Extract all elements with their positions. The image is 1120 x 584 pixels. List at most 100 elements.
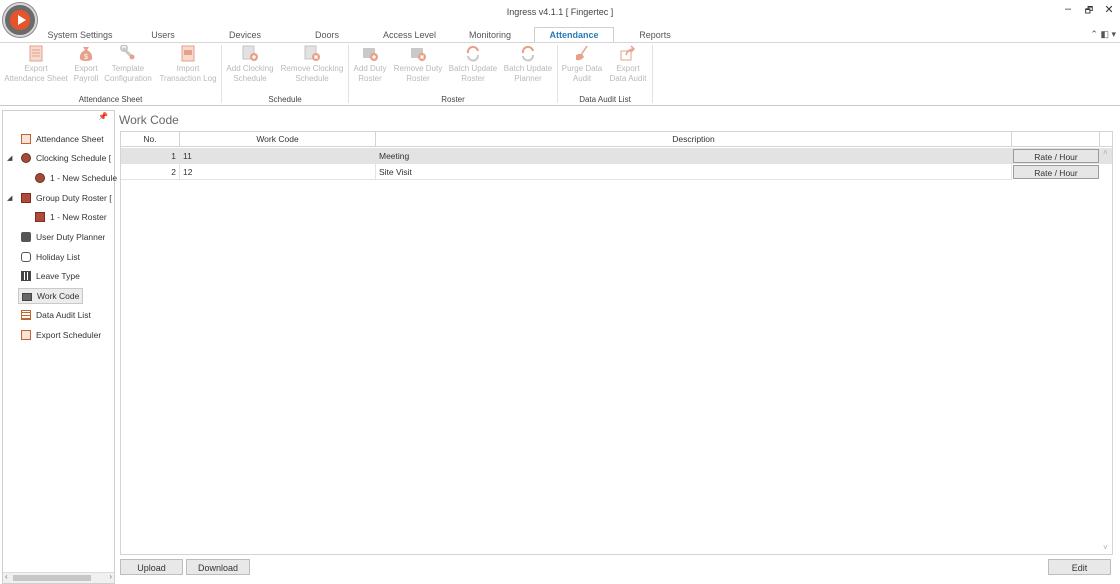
page-title: Work Code (119, 113, 179, 127)
ribbon-label: Data Audit (609, 73, 647, 83)
scroll-down-icon[interactable]: ˅ (1103, 543, 1108, 552)
tab-reports[interactable]: Reports (625, 28, 685, 42)
ribbon-label: Audit (572, 73, 592, 83)
sidebar-item-group-duty-roster[interactable]: Group Duty Roster [ (21, 190, 112, 206)
work-code-table: No. Work Code Description 1 11 Meeting R… (120, 131, 1113, 555)
ribbon-label: Schedule (233, 73, 267, 83)
rate-per-hour-button[interactable]: Rate / Hour (1013, 149, 1099, 163)
tab-monitoring[interactable]: Monitoring (455, 28, 525, 42)
remove-schedule-icon (304, 45, 320, 62)
add-duty-roster-button[interactable]: Add Duty Roster (351, 45, 389, 83)
sidebar-item-label: Data Audit List (36, 310, 91, 320)
edit-button[interactable]: Edit (1048, 559, 1111, 575)
remove-roster-icon (410, 45, 426, 62)
close-button[interactable]: ✕ (1102, 3, 1116, 16)
batch-update-roster-button[interactable]: Batch Update Roster (446, 45, 500, 83)
sidebar-item-label: Work Code (37, 291, 80, 301)
rate-per-hour-button[interactable]: Rate / Hour (1013, 165, 1099, 179)
ribbon-label: Planner (514, 73, 542, 83)
ribbon-label: Export (74, 64, 98, 73)
sidebar-item-holiday-list[interactable]: Holiday List (21, 249, 80, 265)
sidebar-item-user-duty-planner[interactable]: User Duty Planner (21, 229, 105, 245)
minimize-button[interactable]: – (1061, 3, 1075, 15)
scroll-left-icon[interactable]: ‹ (5, 572, 8, 581)
import-transaction-log-button[interactable]: Import Transaction Log (157, 45, 219, 83)
window-title: Ingress v4.1.1 [ Fingertec ] (506, 7, 614, 17)
tab-attendance[interactable]: Attendance (534, 27, 614, 43)
scroll-up-icon[interactable]: ˄ (1103, 148, 1108, 157)
roster-icon (35, 212, 45, 222)
ribbon-label: Roster (461, 73, 485, 83)
scrollbar-thumb[interactable] (13, 575, 91, 581)
sidebar-item-label: Export Scheduler (36, 330, 102, 340)
ribbon-label: Schedule (295, 73, 329, 83)
tab-devices[interactable]: Devices (215, 28, 275, 42)
cell-work-code: 12 (180, 164, 376, 180)
column-header-no[interactable]: No. (121, 132, 180, 147)
group-label-attendance-sheet: Attendance Sheet (78, 95, 143, 104)
ribbon-label: Batch Update (503, 64, 553, 73)
restore-button[interactable]: 🗗 (1082, 3, 1096, 19)
expander-icon[interactable]: ◢ (7, 154, 12, 162)
sidebar-item-label: Leave Type (36, 271, 80, 281)
column-header-description[interactable]: Description (376, 132, 1012, 147)
group-label-data-audit-list: Data Audit List (579, 95, 631, 104)
sidebar-item-data-audit-list[interactable]: Data Audit List (21, 307, 91, 323)
refresh-icon (520, 45, 536, 62)
scroll-right-icon[interactable]: › (109, 572, 112, 581)
tab-system-settings[interactable]: System Settings (40, 28, 120, 42)
ribbon-label: Configuration (104, 73, 152, 83)
tab-access-level[interactable]: Access Level (372, 28, 447, 42)
refresh-icon (465, 45, 481, 62)
add-schedule-icon (242, 45, 258, 62)
ribbon-label: Add Duty (353, 64, 387, 73)
ribbon-options-icons[interactable]: ⌃ ◧ ▾ (1090, 29, 1116, 40)
cell-description: Meeting (376, 148, 1012, 164)
column-header-spacer (1100, 132, 1112, 147)
cell-no: 2 (121, 164, 180, 180)
sidebar-item-label: Clocking Schedule [ (36, 153, 112, 163)
export-attendance-sheet-button[interactable]: Export Attendance Sheet (2, 45, 70, 83)
expander-icon[interactable]: ◢ (7, 194, 12, 202)
sidebar-item-leave-type[interactable]: Leave Type (21, 268, 80, 284)
tab-users[interactable]: Users (133, 28, 193, 42)
ribbon-label: Purge Data (561, 64, 603, 73)
add-clocking-schedule-button[interactable]: Add Clocking Schedule (224, 45, 276, 83)
sidebar-item-label: User Duty Planner (36, 232, 106, 242)
purge-data-audit-button[interactable]: Purge Data Audit (560, 45, 604, 83)
menu-tabs: System Settings Users Devices Doors Acce… (0, 27, 1120, 43)
download-button[interactable]: Download (186, 559, 250, 575)
audit-icon (21, 310, 31, 320)
upload-button[interactable]: Upload (120, 559, 183, 575)
sidebar-item-label: Group Duty Roster [ (36, 193, 112, 203)
table-row[interactable]: 1 11 Meeting Rate / Hour (121, 148, 1112, 164)
remove-clocking-schedule-button[interactable]: Remove Clocking Schedule (278, 45, 346, 83)
cell-no: 1 (121, 148, 180, 164)
ribbon-label: Add Clocking (226, 64, 274, 73)
sidebar-item-export-scheduler[interactable]: Export Scheduler (21, 327, 101, 343)
briefcase-icon (21, 232, 31, 242)
sheet-icon (28, 45, 44, 62)
ribbon-label: Remove Clocking (280, 64, 344, 73)
table-vertical-scrollbar[interactable]: ˄ ˅ (1101, 147, 1112, 553)
sidebar-item-new-schedule[interactable]: 1 - New Schedule (35, 170, 117, 186)
column-header-work-code[interactable]: Work Code (180, 132, 376, 147)
sidebar-item-clocking-schedule[interactable]: Clocking Schedule [ (21, 150, 111, 166)
pin-icon[interactable]: 📌 (98, 112, 108, 121)
sidebar-item-new-roster[interactable]: 1 - New Roster (35, 209, 107, 225)
ribbon-label: Attendance Sheet (4, 73, 68, 83)
sidebar-item-attendance-sheet[interactable]: Attendance Sheet (21, 131, 104, 147)
clock-icon (21, 153, 31, 163)
export-payroll-button[interactable]: $ Export Payroll (70, 45, 102, 83)
money-bag-icon: $ (78, 45, 94, 62)
navigation-sidebar: 📌 Attendance Sheet ◢ Clocking Schedule [… (2, 110, 117, 584)
sidebar-item-work-code[interactable]: Work Code (18, 288, 84, 304)
tab-doors[interactable]: Doors (297, 28, 357, 42)
ribbon-label: Export (24, 64, 48, 73)
template-configuration-button[interactable]: Template Configuration (103, 44, 153, 83)
batch-update-planner-button[interactable]: Batch Update Planner (501, 45, 555, 83)
export-data-audit-button[interactable]: Export Data Audit (606, 45, 650, 83)
sidebar-horizontal-scrollbar[interactable]: ‹ › (3, 572, 114, 583)
remove-duty-roster-button[interactable]: Remove Duty Roster (391, 45, 445, 83)
table-row[interactable]: 2 12 Site Visit Rate / Hour (121, 164, 1112, 180)
